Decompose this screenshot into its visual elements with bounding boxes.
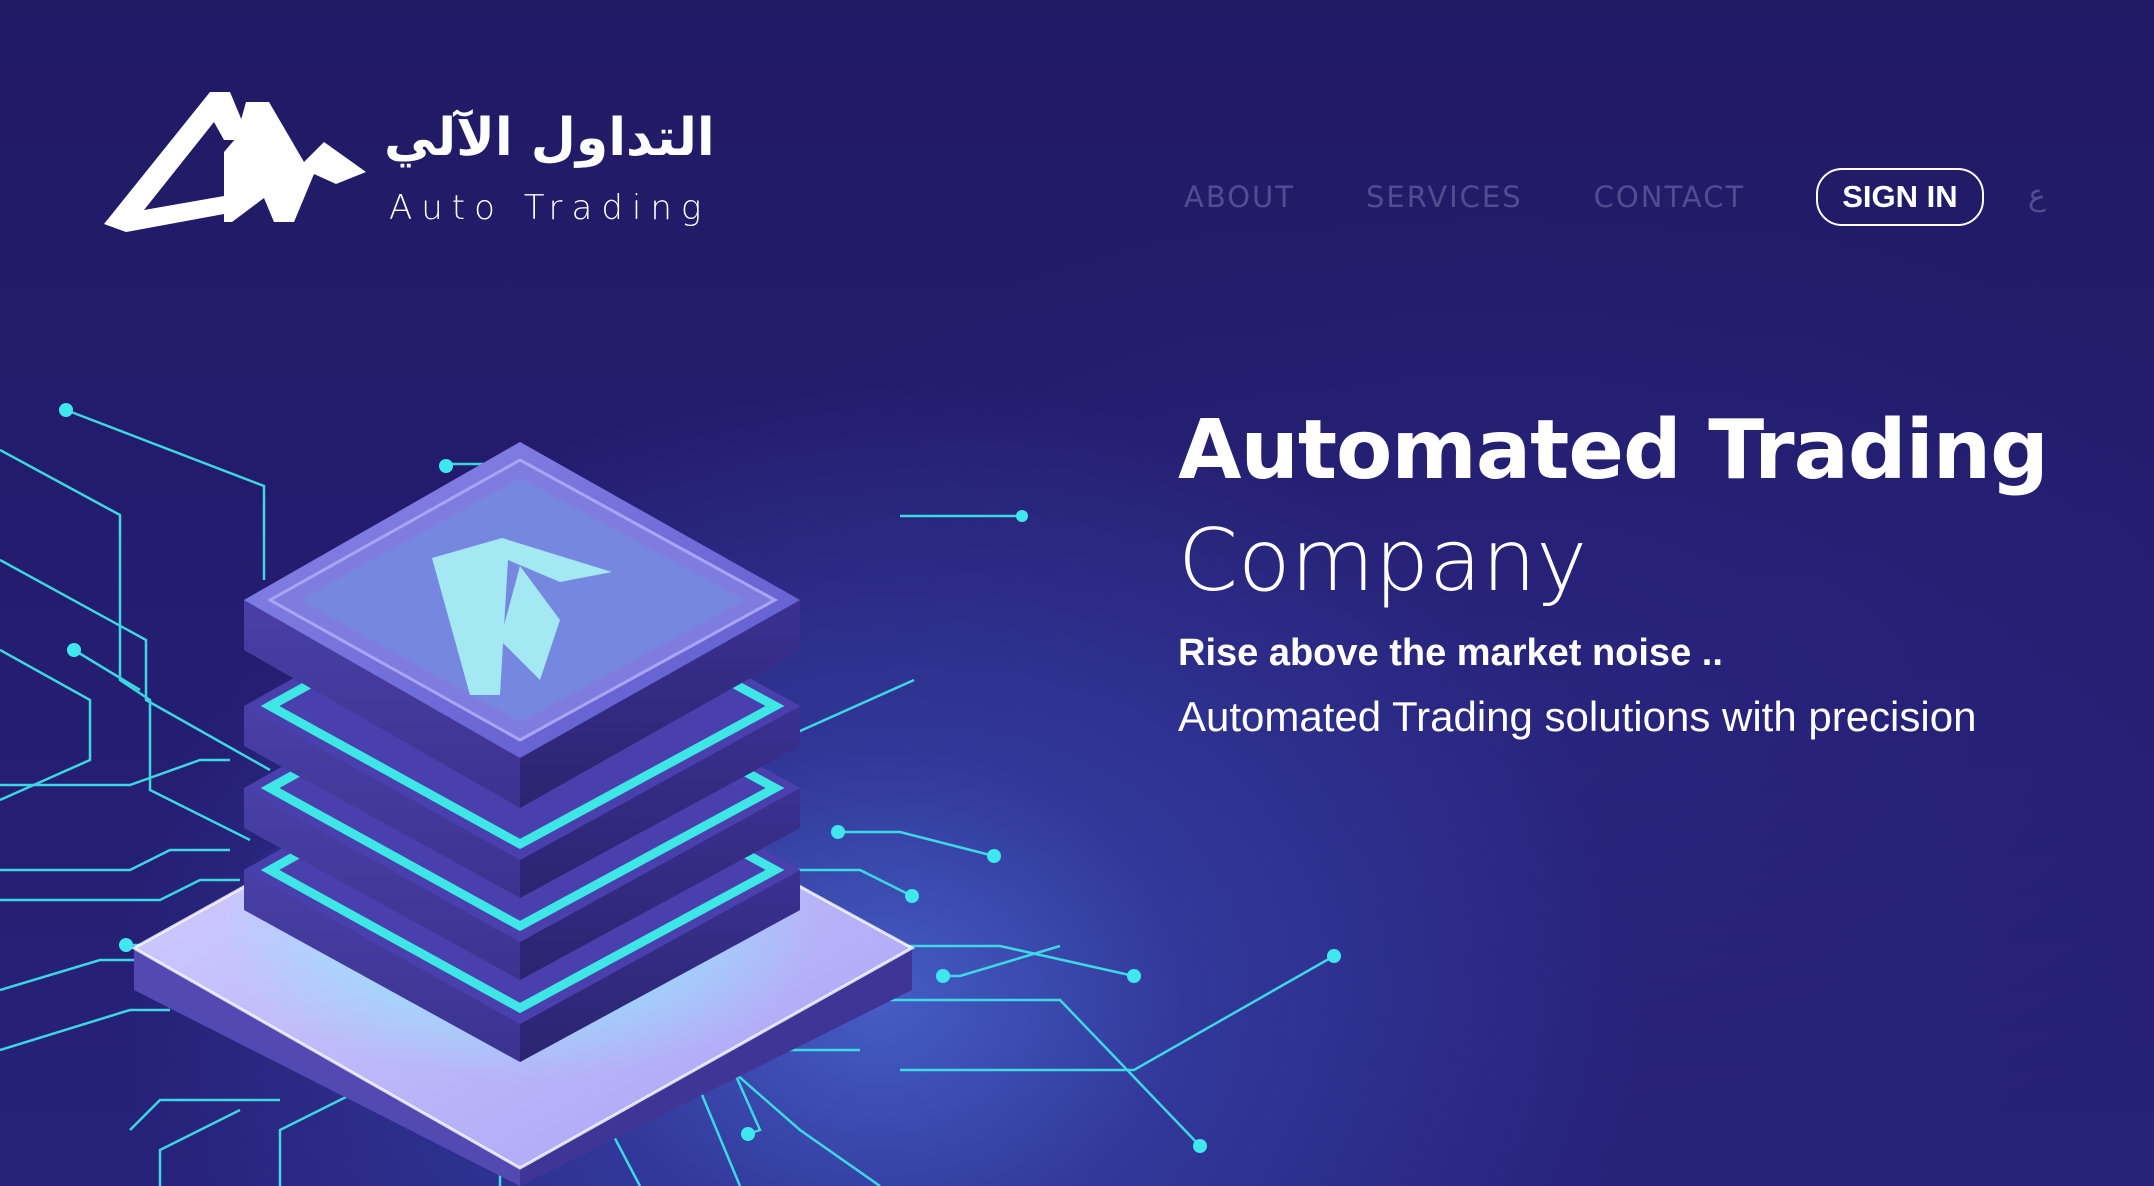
hero-description: Automated Trading solutions with precisi…	[1178, 693, 1977, 740]
hero-subtitle: Company	[1178, 511, 1588, 611]
at-logo-mark-icon	[104, 92, 366, 232]
main-nav: ABOUT SERVICES CONTACT SIGN IN ع	[1184, 168, 2044, 226]
brand-name-english: Auto Trading	[389, 188, 711, 228]
brand-name-arabic: التداول الآلي	[384, 108, 715, 168]
hero-title: Automated Trading	[1178, 403, 2049, 498]
hero-section: Automated Trading Company Rise above the…	[1178, 400, 2098, 741]
sign-in-button[interactable]: SIGN IN	[1816, 168, 1984, 226]
nav-contact-link[interactable]: CONTACT	[1594, 180, 1746, 214]
nav-services-link[interactable]: SERVICES	[1366, 180, 1523, 214]
nav-about-link[interactable]: ABOUT	[1184, 180, 1295, 214]
language-toggle[interactable]: ع	[2028, 178, 2046, 213]
hero-tagline: Rise above the market noise ..	[1178, 632, 1723, 674]
brand-logo[interactable]: التداول الآلي Auto Trading	[104, 92, 715, 242]
